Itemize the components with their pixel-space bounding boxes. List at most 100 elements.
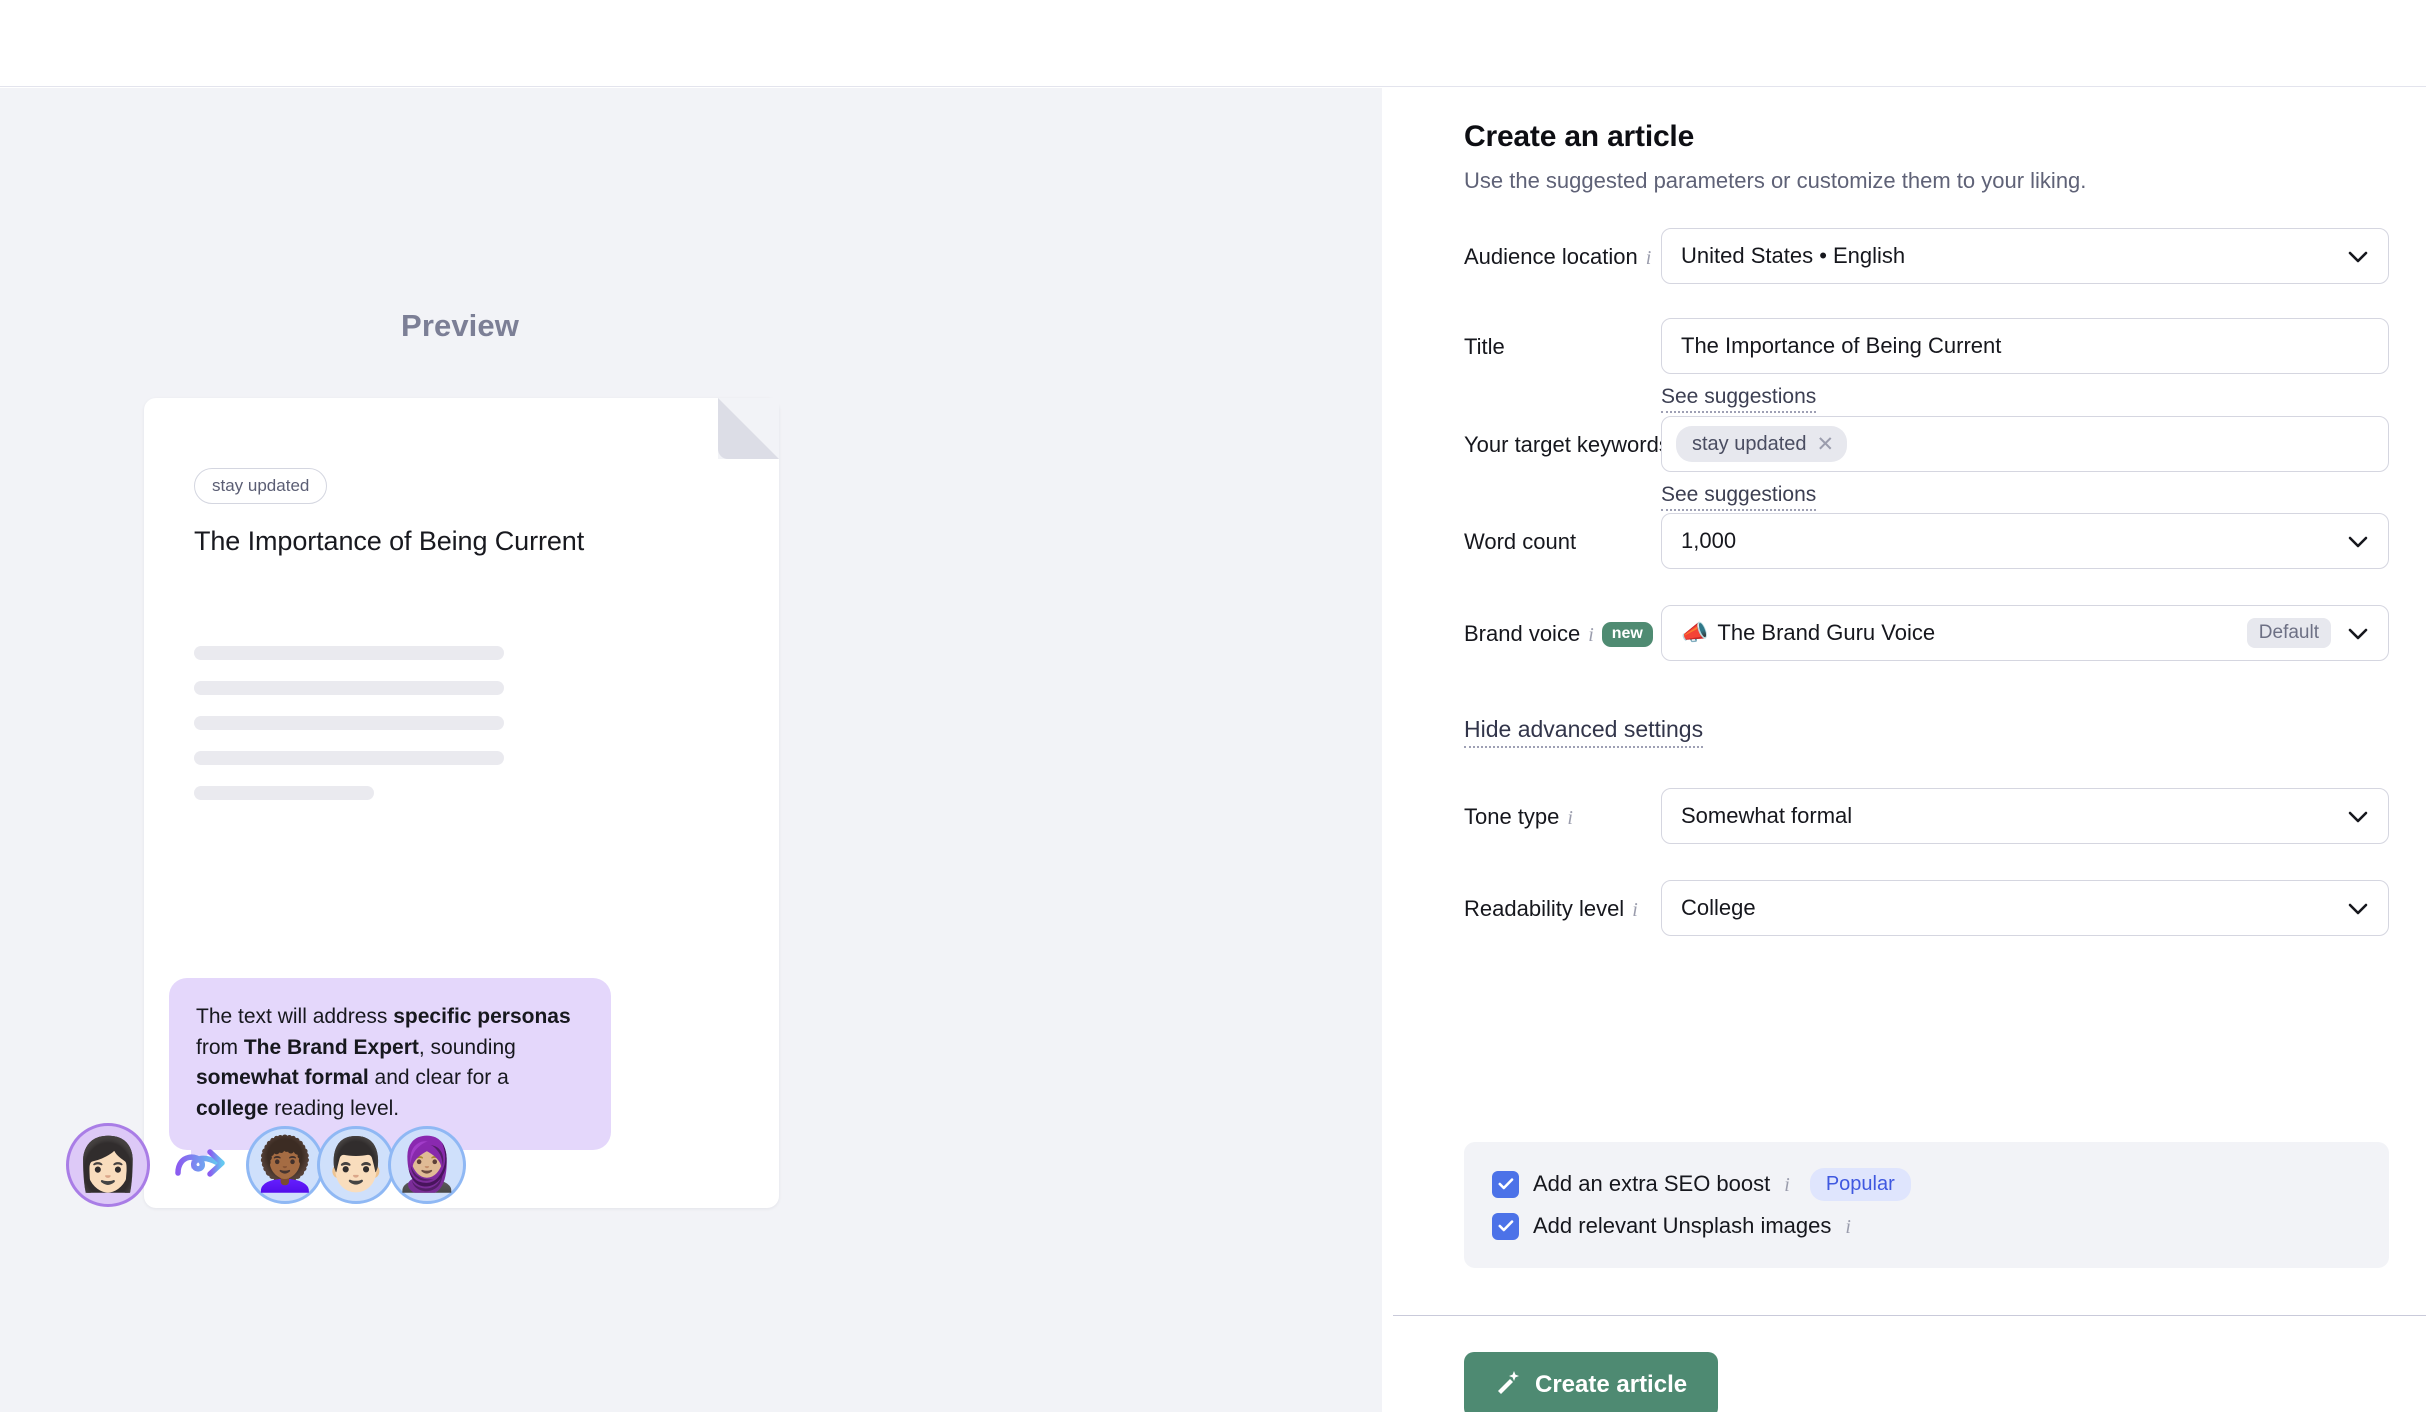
- row-target-keywords: Your target keywords i stay updated ✕ Se…: [1464, 416, 2389, 511]
- magic-wand-icon: [1495, 1369, 1521, 1402]
- control-target-keywords: stay updated ✕ See suggestions: [1661, 416, 2389, 511]
- brand-voice-select[interactable]: 📣 The Brand Guru Voice Default: [1661, 605, 2389, 661]
- callout-text-part3: , sounding: [418, 1035, 516, 1059]
- skeleton-line: [194, 716, 504, 730]
- control-word-count: 1,000: [1661, 513, 2389, 569]
- skeleton-line: [194, 646, 504, 660]
- word-count-select[interactable]: 1,000: [1661, 513, 2389, 569]
- audience-location-select[interactable]: United States • English: [1661, 228, 2389, 284]
- keywords-see-suggestions-link[interactable]: See suggestions: [1661, 483, 1817, 511]
- skeleton-line: [194, 786, 374, 800]
- row-word-count: Word count 1,000: [1464, 513, 2389, 569]
- title-label-text: Title: [1464, 334, 1505, 359]
- info-icon[interactable]: i: [1567, 807, 1573, 830]
- label-readability-level: Readability level i: [1464, 880, 1661, 922]
- callout-bold-tone: somewhat formal: [196, 1066, 369, 1090]
- row-tone-type: Tone type i Somewhat formal: [1464, 788, 2389, 844]
- keyword-chip-label: stay updated: [1692, 432, 1807, 455]
- control-audience-location: United States • English: [1661, 228, 2389, 284]
- option-seo-boost-label: Add an extra SEO boost: [1533, 1171, 1771, 1196]
- label-audience-location: Audience location i: [1464, 228, 1661, 270]
- default-badge: Default: [2246, 618, 2331, 648]
- persona-avatars: 👩🏾‍🦱 👨🏻 🧕🏼: [246, 1126, 466, 1204]
- brand-voice-value: The Brand Guru Voice: [1717, 620, 1936, 645]
- row-title: Title The Importance of Being Current Se…: [1464, 318, 2389, 413]
- info-icon[interactable]: i: [1646, 247, 1652, 270]
- label-title: Title: [1464, 318, 1661, 360]
- word-count-value: 1,000: [1681, 528, 1737, 553]
- callout-bold-brand: The Brand Expert: [243, 1035, 419, 1059]
- tone-type-label-text: Tone type: [1464, 804, 1560, 829]
- control-readability-level: College: [1661, 880, 2389, 936]
- title-see-suggestions-link[interactable]: See suggestions: [1661, 385, 1817, 413]
- label-tone-type: Tone type i: [1464, 788, 1661, 830]
- keyword-chip[interactable]: stay updated ✕: [1676, 426, 1848, 462]
- callout-text-part4: and clear for a: [368, 1066, 509, 1090]
- info-icon[interactable]: i: [1632, 899, 1638, 922]
- control-title: The Importance of Being Current See sugg…: [1661, 318, 2389, 413]
- tone-type-value: Somewhat formal: [1681, 803, 1853, 828]
- page-title: Create an article: [1464, 120, 1695, 153]
- row-brand-voice: Brand voice i new 📣 The Brand Guru Voice…: [1464, 605, 2389, 661]
- word-count-label-text: Word count: [1464, 529, 1577, 554]
- persona-avatar: 🧕🏼: [388, 1126, 466, 1204]
- app-root: Preview stay updated The Importance of B…: [0, 0, 2426, 1412]
- chevron-down-icon: [2348, 895, 2368, 921]
- create-article-button-label: Create article: [1535, 1371, 1688, 1398]
- brand-voice-avatar: 👩🏻: [66, 1123, 150, 1207]
- page-subtitle: Use the suggested parameters or customiz…: [1464, 168, 2087, 193]
- tone-type-select[interactable]: Somewhat formal: [1661, 788, 2389, 844]
- option-seo-boost[interactable]: Add an extra SEO boost i Popular: [1492, 1163, 2361, 1205]
- label-target-keywords: Your target keywords i: [1464, 416, 1683, 458]
- callout-text-part2: from: [196, 1035, 244, 1059]
- persona-avatar: 👨🏻: [317, 1126, 395, 1204]
- target-keywords-label-text: Your target keywords: [1464, 432, 1670, 457]
- callout-bold-readability: college: [196, 1096, 269, 1120]
- curved-arrow-icon: [172, 1142, 230, 1189]
- skeleton-line: [194, 681, 504, 695]
- info-icon[interactable]: i: [1845, 1216, 1851, 1239]
- skeleton-line: [194, 751, 504, 765]
- control-brand-voice: 📣 The Brand Guru Voice Default: [1661, 605, 2389, 661]
- create-article-button[interactable]: Create article: [1464, 1352, 1719, 1412]
- preview-article-title: The Importance of Being Current: [194, 526, 585, 556]
- brand-voice-label-text: Brand voice: [1464, 621, 1581, 646]
- control-tone-type: Somewhat formal: [1661, 788, 2389, 844]
- chevron-down-icon: [2348, 620, 2368, 646]
- chevron-down-icon: [2348, 528, 2368, 554]
- checkbox-unsplash-images[interactable]: [1492, 1212, 1519, 1240]
- option-unsplash-images-label: Add relevant Unsplash images: [1533, 1213, 1832, 1238]
- readability-level-label-text: Readability level: [1464, 896, 1625, 921]
- checkbox-seo-boost[interactable]: [1492, 1170, 1519, 1198]
- persona-avatar-row: 👩🏻 👩🏾‍🦱 👨🏻 🧕🏼: [66, 1123, 466, 1207]
- new-badge: new: [1601, 621, 1653, 647]
- row-audience-location: Audience location i United States • Engl…: [1464, 228, 2389, 284]
- chevron-down-icon: [2348, 803, 2368, 829]
- preview-heading: Preview: [401, 308, 519, 343]
- hide-advanced-settings-link[interactable]: Hide advanced settings: [1464, 716, 1704, 748]
- info-icon[interactable]: i: [1784, 1174, 1790, 1197]
- readability-level-select[interactable]: College: [1661, 880, 2389, 936]
- title-input[interactable]: The Importance of Being Current: [1661, 318, 2389, 374]
- create-article-form-panel: Create an article Use the suggested para…: [1383, 88, 2426, 1412]
- persona-avatar: 👩🏾‍🦱: [246, 1126, 324, 1204]
- popular-badge: Popular: [1809, 1167, 1911, 1201]
- callout-text-part1: The text will address: [196, 1005, 394, 1028]
- page-fold-corner: [718, 398, 779, 459]
- chevron-down-icon: [2348, 243, 2368, 269]
- megaphone-icon: 📣: [1681, 620, 1709, 645]
- readability-level-value: College: [1681, 895, 1756, 920]
- top-bar: [0, 0, 2426, 87]
- audience-location-label-text: Audience location: [1464, 244, 1638, 269]
- row-readability-level: Readability level i College: [1464, 880, 2389, 936]
- preview-keyword-tag: stay updated: [194, 468, 328, 504]
- callout-text-part5: reading level.: [268, 1096, 400, 1120]
- callout-bold-personas: specific personas: [393, 1005, 571, 1028]
- keyword-chip-remove-icon[interactable]: ✕: [1817, 434, 1835, 455]
- option-unsplash-images[interactable]: Add relevant Unsplash images i: [1492, 1205, 2361, 1247]
- info-icon[interactable]: i: [1588, 624, 1594, 647]
- preview-panel: Preview stay updated The Importance of B…: [0, 88, 1382, 1412]
- footer-divider: [1393, 1315, 2426, 1316]
- extra-options-panel: Add an extra SEO boost i Popular Add rel…: [1464, 1142, 2389, 1268]
- target-keywords-input[interactable]: stay updated ✕: [1661, 416, 2389, 472]
